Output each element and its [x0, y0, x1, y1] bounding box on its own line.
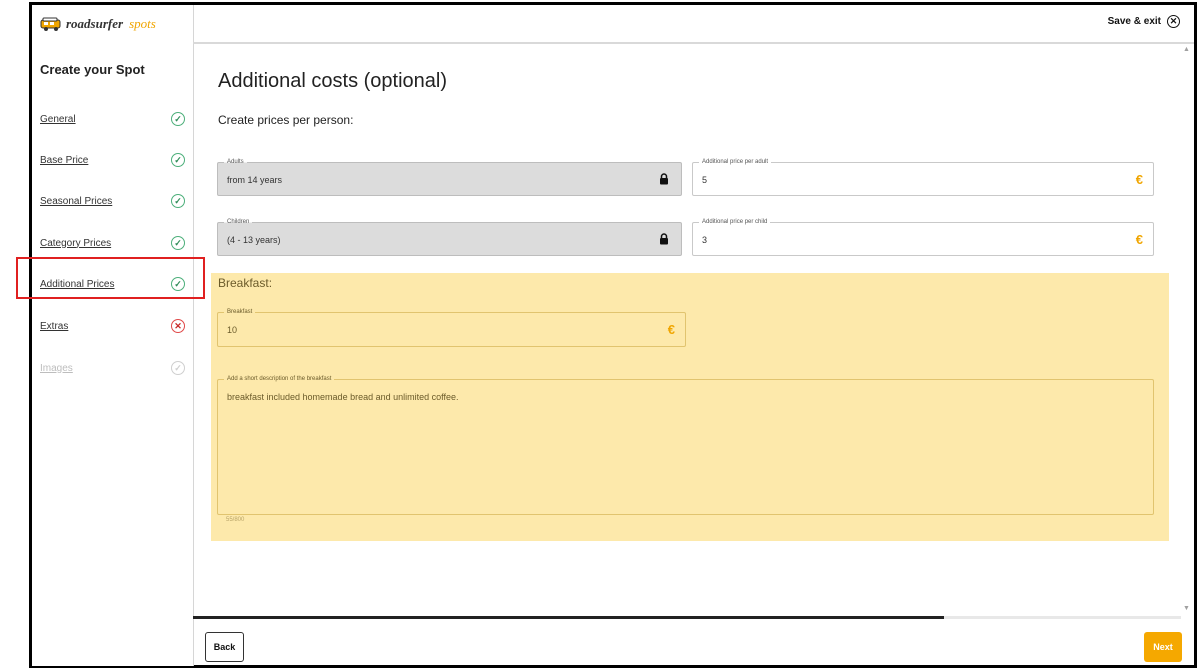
field-label: Add a short description of the breakfast [224, 375, 335, 384]
sidebar-item-label[interactable]: Base Price [40, 155, 88, 166]
check-circle-icon: ✓ [171, 361, 185, 375]
sidebar-item-label[interactable]: Seasonal Prices [40, 196, 112, 207]
adults-age-field: Adults from 14 years [217, 158, 682, 196]
field-value: 10 [227, 325, 238, 335]
field-label: Additional price per child [699, 218, 771, 227]
van-icon [40, 17, 61, 31]
top-bar: Save & exit ✕ [193, 5, 1194, 44]
sidebar-item-label[interactable]: Category Prices [40, 238, 111, 249]
sidebar-item-extras[interactable]: Extras ✕ [40, 316, 185, 336]
sidebar-item-label: Images [40, 362, 73, 374]
check-circle-icon: ✓ [171, 194, 185, 208]
character-counter: 55/800 [226, 517, 245, 523]
sidebar-item-label[interactable]: Extras [40, 321, 68, 332]
scroll-up-arrow-icon[interactable]: ▲ [1183, 46, 1190, 53]
euro-icon: € [1135, 172, 1143, 187]
error-circle-icon: ✕ [171, 319, 185, 333]
back-button[interactable]: Back [205, 632, 244, 662]
brand-name: roadsurfer [66, 16, 124, 31]
field-value: breakfast included homemade bread and un… [227, 392, 459, 402]
euro-icon: € [667, 322, 675, 337]
breakfast-section-title: Breakfast: [218, 276, 273, 290]
page-title: Additional costs (optional) [218, 70, 448, 92]
sidebar-item-category-prices[interactable]: Category Prices ✓ [40, 233, 185, 253]
scroll-down-arrow-icon[interactable]: ▼ [1183, 605, 1190, 612]
highlight-annotation [16, 257, 205, 299]
breakfast-price-input[interactable]: Breakfast 10 € [217, 308, 686, 347]
save-exit-label: Save & exit [1107, 16, 1161, 27]
close-icon: ✕ [1167, 15, 1180, 28]
field-label: Breakfast [224, 308, 256, 317]
sidebar-item-base-price[interactable]: Base Price ✓ [40, 150, 185, 170]
sidebar-title: Create your Spot [40, 62, 145, 77]
sidebar-item-images: Images ✓ [40, 358, 185, 378]
sidebar-item-seasonal-prices[interactable]: Seasonal Prices ✓ [40, 191, 185, 211]
euro-icon: € [1135, 232, 1143, 247]
page-subtitle: Create prices per person: [218, 113, 354, 127]
brand-suffix: spots [129, 16, 156, 31]
save-exit-button[interactable]: Save & exit ✕ [1108, 15, 1180, 28]
field-value: 3 [702, 235, 708, 245]
adult-price-input[interactable]: Additional price per adult 5 € [692, 158, 1154, 196]
field-value: 5 [702, 175, 708, 185]
sidebar-item-general[interactable]: General ✓ [40, 109, 185, 129]
field-label: Additional price per adult [699, 158, 772, 167]
bottom-bar: Back Next [193, 619, 1194, 666]
lock-icon [660, 173, 668, 185]
children-age-field: Children (4 - 13 years) [217, 218, 682, 256]
breakfast-description-textarea[interactable]: Add a short description of the breakfast… [217, 375, 1154, 515]
sidebar-item-label[interactable]: General [40, 114, 76, 125]
sidebar: roadsurfer spots Create your Spot Genera… [32, 5, 194, 666]
lock-icon [660, 233, 668, 245]
field-value: (4 - 13 years) [227, 235, 281, 245]
check-circle-icon: ✓ [171, 112, 185, 126]
next-button[interactable]: Next [1144, 632, 1182, 662]
child-price-input[interactable]: Additional price per child 3 € [692, 218, 1154, 256]
field-label: Children [224, 218, 253, 227]
brand-logo[interactable]: roadsurfer spots [40, 15, 156, 33]
check-circle-icon: ✓ [171, 153, 185, 167]
field-value: from 14 years [227, 175, 283, 185]
scrollbar[interactable]: ▲ ▼ [1181, 44, 1193, 614]
field-label: Adults [224, 158, 247, 167]
check-circle-icon: ✓ [171, 236, 185, 250]
